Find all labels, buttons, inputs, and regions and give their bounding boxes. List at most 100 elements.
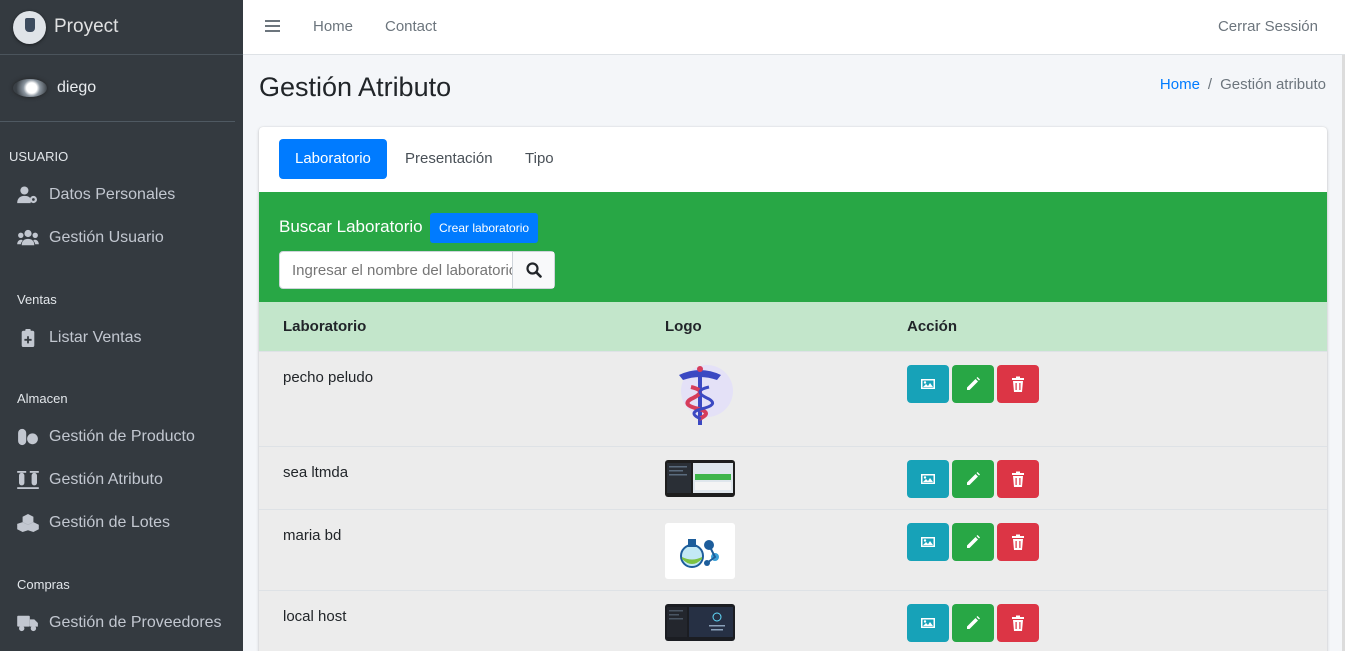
- screenshot-thumbnail-icon: [665, 460, 735, 497]
- image-icon: [921, 618, 935, 628]
- breadcrumb-current: Gestión atributo: [1220, 76, 1326, 93]
- logout-link[interactable]: Cerrar Sessión: [1218, 18, 1318, 35]
- search-icon: [526, 262, 542, 278]
- table-row: pecho peludo: [259, 351, 1327, 446]
- table-header: Laboratorio Logo Acción: [259, 302, 1327, 351]
- cubes-icon: [17, 514, 39, 532]
- change-logo-button[interactable]: [907, 460, 949, 498]
- tab-laboratorio[interactable]: Laboratorio: [279, 139, 387, 179]
- brand-link[interactable]: Proyect: [0, 0, 243, 55]
- edit-button[interactable]: [952, 365, 994, 403]
- sidebar-item-label: Gestión de Proveedores: [49, 614, 222, 631]
- pencil-icon: [967, 472, 980, 485]
- delete-button[interactable]: [997, 460, 1039, 498]
- sidebar-item-label: Gestión Atributo: [49, 471, 163, 488]
- pencil-icon: [967, 616, 980, 629]
- sidebar-item-gestion-usuario[interactable]: Gestión Usuario: [17, 229, 164, 247]
- tab-tipo[interactable]: Tipo: [509, 139, 570, 179]
- table-row: local host: [259, 590, 1327, 651]
- sidebar-item-label: Gestión de Lotes: [49, 514, 170, 531]
- change-logo-button[interactable]: [907, 523, 949, 561]
- sidebar-item-label: Datos Personales: [49, 186, 176, 203]
- sidebar-item-gestion-proveedores[interactable]: Gestión de Proveedores: [17, 614, 222, 632]
- sidebar-item-datos-personales[interactable]: Datos Personales: [17, 186, 175, 204]
- laboratory-name: maria bd: [283, 527, 342, 544]
- truck-icon: [17, 615, 38, 632]
- caduceus-logo-icon: [665, 361, 735, 431]
- sidebar-item-gestion-atributo[interactable]: Gestión Atributo: [17, 471, 163, 489]
- hamburger-menu-icon[interactable]: [265, 17, 281, 37]
- sidebar-item-label: Gestión Usuario: [49, 229, 164, 246]
- flask-molecule-logo-icon: [665, 523, 735, 579]
- sidebar-item-listar-ventas[interactable]: Listar Ventas: [17, 329, 142, 347]
- create-laboratory-button[interactable]: Crear laboratorio: [430, 213, 539, 243]
- pencil-icon: [967, 377, 980, 390]
- delete-button[interactable]: [997, 365, 1039, 403]
- table-row: maria bd: [259, 509, 1327, 590]
- row-actions: [907, 460, 1039, 498]
- search-group: [279, 251, 555, 289]
- nav-header-compras: Compras: [17, 577, 70, 592]
- brand-logo-icon: [13, 10, 46, 44]
- search-input[interactable]: [280, 252, 513, 288]
- brand-name: Proyect: [54, 16, 119, 37]
- table-row: sea ltmda: [259, 446, 1327, 509]
- laboratory-logo: [665, 460, 735, 497]
- row-actions: [907, 365, 1039, 403]
- image-icon: [921, 474, 935, 484]
- sidebar-item-label: Listar Ventas: [49, 329, 142, 346]
- trash-icon: [1012, 471, 1024, 487]
- nav-link-home[interactable]: Home: [313, 18, 353, 35]
- nav-header-almacen: Almacen: [17, 391, 68, 406]
- column-header-logo: Logo: [665, 318, 702, 335]
- laboratory-name: sea ltmda: [283, 464, 349, 481]
- dark-screenshot-thumbnail-icon: [665, 604, 735, 641]
- tab-presentacion[interactable]: Presentación: [389, 139, 509, 179]
- sidebar: Proyect diego USUARIO Datos Personales G…: [0, 0, 243, 651]
- search-title: Buscar Laboratorio: [279, 217, 423, 236]
- users-icon: [17, 229, 39, 246]
- breadcrumb-home-link[interactable]: Home: [1160, 76, 1200, 93]
- avatar: [13, 79, 47, 97]
- pills-icon: [18, 428, 38, 446]
- user-cog-icon: [17, 186, 37, 204]
- page-title: Gestión Atributo: [259, 72, 452, 102]
- sidebar-item-gestion-producto[interactable]: Gestión de Producto: [17, 428, 195, 446]
- image-icon: [921, 537, 935, 547]
- attribute-card: Laboratorio Presentación Tipo Buscar Lab…: [259, 127, 1327, 651]
- delete-button[interactable]: [997, 523, 1039, 561]
- laboratory-logo: [665, 523, 735, 579]
- tabs: Laboratorio Presentación Tipo: [259, 127, 1327, 192]
- user-panel[interactable]: diego: [0, 55, 235, 122]
- laboratory-logo: [665, 604, 735, 641]
- change-logo-button[interactable]: [907, 365, 949, 403]
- edit-button[interactable]: [952, 604, 994, 642]
- sidebar-item-gestion-lotes[interactable]: Gestión de Lotes: [17, 514, 170, 532]
- search-panel: Buscar Laboratorio Crear laboratorio: [259, 192, 1327, 302]
- clipboard-plus-icon: [21, 329, 35, 347]
- laboratory-name: local host: [283, 608, 347, 625]
- top-navbar: Home Contact Cerrar Sessión: [243, 0, 1345, 55]
- edit-button[interactable]: [952, 460, 994, 498]
- edit-button[interactable]: [952, 523, 994, 561]
- sidebar-item-label: Gestión de Producto: [49, 428, 195, 445]
- vials-icon: [17, 471, 39, 489]
- column-header-laboratorio: Laboratorio: [283, 318, 367, 335]
- nav-header-ventas: Ventas: [17, 292, 57, 307]
- row-actions: [907, 604, 1039, 642]
- column-header-accion: Acción: [907, 318, 958, 335]
- nav-header-usuario: USUARIO: [9, 149, 69, 164]
- breadcrumb: Home / Gestión atributo: [1159, 76, 1326, 93]
- laboratory-name: pecho peludo: [283, 369, 374, 386]
- change-logo-button[interactable]: [907, 604, 949, 642]
- image-icon: [921, 379, 935, 389]
- trash-icon: [1012, 615, 1024, 631]
- pencil-icon: [967, 535, 980, 548]
- row-actions: [907, 523, 1039, 561]
- trash-icon: [1012, 534, 1024, 550]
- laboratory-logo: [665, 361, 735, 431]
- trash-icon: [1012, 376, 1024, 392]
- nav-link-contact[interactable]: Contact: [385, 18, 437, 35]
- search-button[interactable]: [512, 252, 554, 288]
- delete-button[interactable]: [997, 604, 1039, 642]
